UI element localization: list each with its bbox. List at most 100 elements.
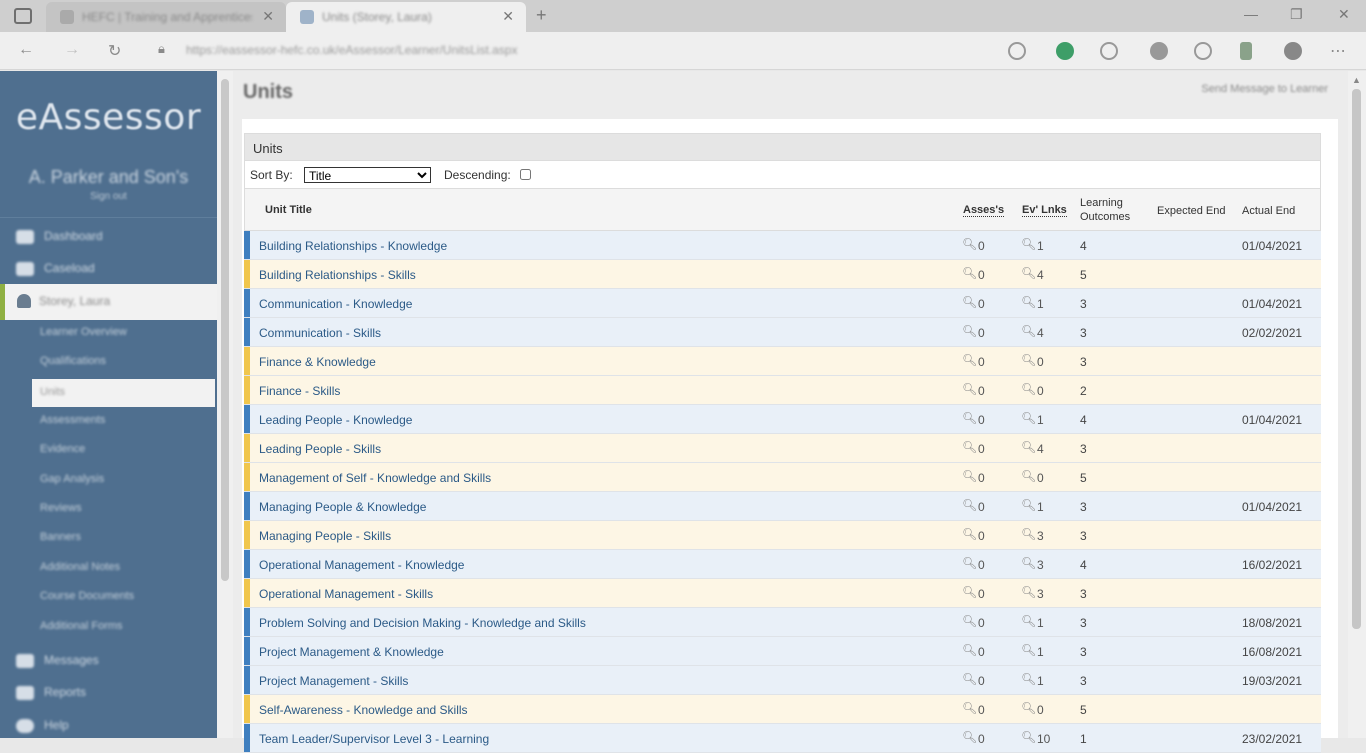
magnifier-icon[interactable]: 🔍︎ xyxy=(962,730,977,744)
magnifier-icon[interactable]: 🔍︎ xyxy=(962,295,977,309)
descending-checkbox[interactable] xyxy=(520,169,531,180)
unit-title-link[interactable]: Finance - Skills xyxy=(259,384,340,398)
table-row[interactable]: Management of Self - Knowledge and Skill… xyxy=(244,463,1321,492)
table-row[interactable]: Building Relationships - Skills 🔍︎ 0 🔍︎ 4 5 xyxy=(244,260,1321,289)
magnifier-icon[interactable]: 🔍︎ xyxy=(962,701,977,715)
forward-icon[interactable]: → xyxy=(64,41,80,59)
unit-title-link[interactable]: Building Relationships - Skills xyxy=(259,268,416,282)
sidebar-item-reports[interactable]: Reports xyxy=(16,685,86,700)
magnifier-icon[interactable]: 🔍︎ xyxy=(1021,382,1036,396)
magnifier-icon[interactable]: 🔍︎ xyxy=(1021,672,1036,686)
sidebar-item-dashboard[interactable]: Dashboard xyxy=(16,229,103,244)
magnifier-icon[interactable]: 🔍︎ xyxy=(962,585,977,599)
magnifier-icon[interactable]: 🔍︎ xyxy=(962,556,977,570)
unit-title-link[interactable]: Team Leader/Supervisor Level 3 - Learnin… xyxy=(259,732,489,746)
tab-actions-icon[interactable] xyxy=(14,8,32,24)
magnifier-icon[interactable]: 🔍︎ xyxy=(962,469,977,483)
sidebar-sub-reviews[interactable]: Reviews xyxy=(40,502,82,514)
unit-title-link[interactable]: Operational Management - Knowledge xyxy=(259,558,464,572)
sidebar-sub-gap-analysis[interactable]: Gap Analysis xyxy=(40,473,104,485)
back-icon[interactable]: ← xyxy=(18,41,34,59)
unit-title-link[interactable]: Self-Awareness - Knowledge and Skills xyxy=(259,703,468,717)
unit-title-link[interactable]: Leading People - Knowledge xyxy=(259,413,412,427)
new-tab-icon[interactable]: + xyxy=(536,5,547,26)
table-row[interactable]: Communication - Skills 🔍︎ 0 🔍︎ 4 3 02/02/2021 xyxy=(244,318,1321,347)
table-row[interactable]: Managing People & Knowledge 🔍︎ 0 🔍︎ 1 3 01/04/… xyxy=(244,492,1321,521)
profile-extension-icon[interactable] xyxy=(1056,42,1074,60)
magnifier-icon[interactable]: 🔍︎ xyxy=(1021,527,1036,541)
col-unit-title[interactable]: Unit Title xyxy=(265,204,312,216)
browser-tab-hefc[interactable]: HEFC | Training and Apprentices ✕ xyxy=(46,2,286,32)
lock-icon[interactable]: 🔒︎ xyxy=(158,41,165,57)
sort-by-select[interactable]: Title xyxy=(304,167,431,183)
table-row[interactable]: Managing People - Skills 🔍︎ 0 🔍︎ 3 3 xyxy=(244,521,1321,550)
browser-tab-units[interactable]: Units (Storey, Laura) ✕ xyxy=(286,2,526,32)
scrollbar-thumb[interactable] xyxy=(1352,89,1361,629)
extension-icon[interactable] xyxy=(1008,42,1026,60)
unit-title-link[interactable]: Operational Management - Skills xyxy=(259,587,433,601)
magnifier-icon[interactable]: 🔍︎ xyxy=(962,411,977,425)
magnifier-icon[interactable]: 🔍︎ xyxy=(962,237,977,251)
magnifier-icon[interactable]: 🔍︎ xyxy=(962,614,977,628)
more-menu-icon[interactable]: ⋯ xyxy=(1330,41,1346,61)
magnifier-icon[interactable]: 🔍︎ xyxy=(1021,324,1036,338)
table-row[interactable]: Self-Awareness - Knowledge and Skills 🔍︎ 0… xyxy=(244,695,1321,724)
table-row[interactable]: Operational Management - Knowledge 🔍︎ 0 🔍︎ 3… xyxy=(244,550,1321,579)
maximize-icon[interactable]: ❐ xyxy=(1290,6,1303,23)
close-tab-icon[interactable]: ✕ xyxy=(262,8,274,25)
phone-icon[interactable] xyxy=(1240,42,1252,60)
refresh-icon[interactable]: ↻ xyxy=(108,41,121,61)
sidebar-item-caseload[interactable]: Caseload xyxy=(16,261,95,276)
unit-title-link[interactable]: Problem Solving and Decision Making - Kn… xyxy=(259,616,586,630)
magnifier-icon[interactable]: 🔍︎ xyxy=(962,382,977,396)
url-field[interactable]: https://eassessor-hefc.co.uk/eAssessor/L… xyxy=(186,43,517,57)
table-row[interactable]: Problem Solving and Decision Making - Kn… xyxy=(244,608,1321,637)
table-row[interactable]: Leading People - Skills 🔍︎ 0 🔍︎ 4 3 xyxy=(244,434,1321,463)
minimize-icon[interactable]: — xyxy=(1244,6,1258,22)
scrollbar-thumb[interactable] xyxy=(221,79,229,581)
magnifier-icon[interactable]: 🔍︎ xyxy=(1021,556,1036,570)
unit-title-link[interactable]: Project Management - Skills xyxy=(259,674,408,688)
send-message-link[interactable]: Send Message to Learner xyxy=(1201,83,1328,95)
magnifier-icon[interactable]: 🔍︎ xyxy=(1021,643,1036,657)
magnifier-icon[interactable]: 🔍︎ xyxy=(962,266,977,280)
table-row[interactable]: Operational Management - Skills 🔍︎ 0 🔍︎ 3 3 xyxy=(244,579,1321,608)
unit-title-link[interactable]: Management of Self - Knowledge and Skill… xyxy=(259,471,491,485)
unit-title-link[interactable]: Project Management & Knowledge xyxy=(259,645,444,659)
close-window-icon[interactable]: ✕ xyxy=(1338,6,1350,23)
sidebar-sub-qualifications[interactable]: Qualifications xyxy=(40,355,106,367)
close-tab-icon[interactable]: ✕ xyxy=(502,8,514,25)
unit-title-link[interactable]: Leading People - Skills xyxy=(259,442,381,456)
table-row[interactable]: Building Relationships - Knowledge 🔍︎ 0 🔍︎ 1… xyxy=(244,231,1321,260)
magnifier-icon[interactable]: 🔍︎ xyxy=(1021,266,1036,280)
magnifier-icon[interactable]: 🔍︎ xyxy=(1021,237,1036,251)
table-row[interactable]: Team Leader/Supervisor Level 3 - Learnin… xyxy=(244,724,1321,753)
magnifier-icon[interactable]: 🔍︎ xyxy=(1021,614,1036,628)
sidebar-sub-additional-notes[interactable]: Additional Notes xyxy=(40,561,120,573)
col-evidence-links[interactable]: Ev' Lnks xyxy=(1022,204,1067,217)
sign-out-link[interactable]: Sign out xyxy=(0,191,217,202)
table-row[interactable]: Finance & Knowledge 🔍︎ 0 🔍︎ 0 3 xyxy=(244,347,1321,376)
sidebar-sub-additional-forms[interactable]: Additional Forms xyxy=(40,620,123,632)
avatar[interactable] xyxy=(1284,42,1302,60)
sidebar-sub-banners[interactable]: Banners xyxy=(40,531,81,543)
magnifier-icon[interactable]: 🔍︎ xyxy=(962,498,977,512)
magnifier-icon[interactable]: 🔍︎ xyxy=(962,527,977,541)
table-row[interactable]: Finance - Skills 🔍︎ 0 🔍︎ 0 2 xyxy=(244,376,1321,405)
sidebar-item-help[interactable]: Help xyxy=(16,718,69,733)
magnifier-icon[interactable]: 🔍︎ xyxy=(962,440,977,454)
magnifier-icon[interactable]: 🔍︎ xyxy=(1021,353,1036,367)
unit-title-link[interactable]: Building Relationships - Knowledge xyxy=(259,239,447,253)
magnifier-icon[interactable]: 🔍︎ xyxy=(1021,411,1036,425)
col-assessments[interactable]: Asses's xyxy=(963,204,1005,217)
history-icon[interactable] xyxy=(1194,42,1212,60)
unit-title-link[interactable]: Communication - Knowledge xyxy=(259,297,412,311)
sidebar-sub-learner-overview[interactable]: Learner Overview xyxy=(40,326,127,338)
sidebar-item-messages[interactable]: Messages xyxy=(16,653,99,668)
magnifier-icon[interactable]: 🔍︎ xyxy=(962,643,977,657)
sidebar-scrollbar[interactable] xyxy=(217,71,233,738)
unit-title-link[interactable]: Communication - Skills xyxy=(259,326,381,340)
magnifier-icon[interactable]: 🔍︎ xyxy=(962,353,977,367)
magnifier-icon[interactable]: 🔍︎ xyxy=(1021,469,1036,483)
magnifier-icon[interactable]: 🔍︎ xyxy=(1021,440,1036,454)
